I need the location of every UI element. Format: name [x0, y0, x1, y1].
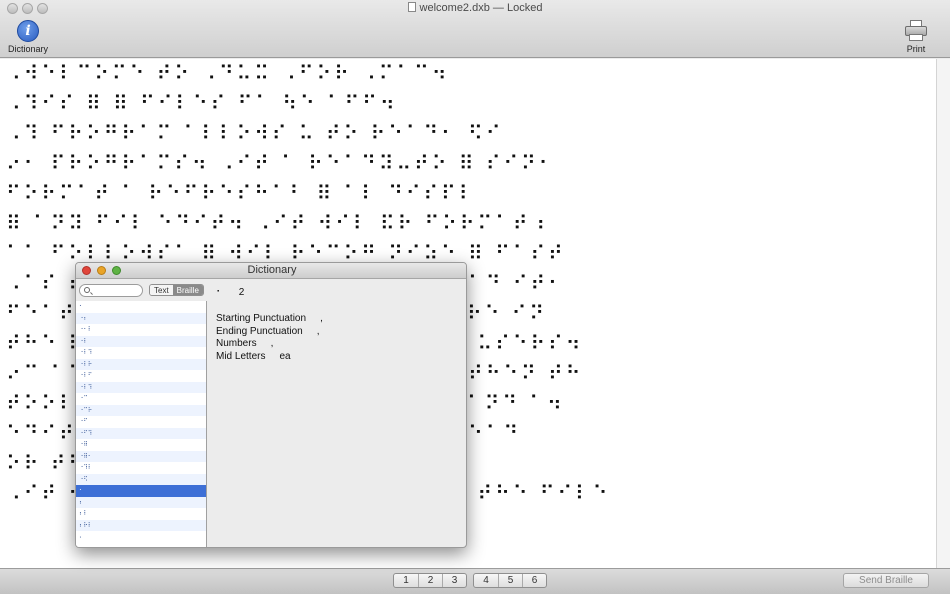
window-title: welcome2.dxb — Locked [0, 2, 950, 14]
dictionary-button[interactable]: i Dictionary [7, 20, 49, 54]
title-separator: — [492, 2, 504, 14]
rule-label: Numbers [216, 338, 257, 350]
dictionary-list-item[interactable]: ⠐⠋⠹ [76, 427, 206, 439]
dictionary-list-item[interactable]: ⠂ [76, 485, 206, 497]
dictionary-list-item[interactable]: ⠐⠆ [76, 312, 206, 324]
bottom-bar: 1 2 3 4 5 6 Send Braille [0, 568, 950, 594]
rule-value: ea [279, 351, 291, 363]
braille-line: ⠔⠂ ⠏⠗⠕⠛⠗⠁⠍⠎⠲ ⠠⠊⠞ ⠁ ⠗⠑⠁⠙⠽⠤⠞⠕ ⠿ ⠎⠊⠝⠂ [6, 151, 557, 175]
dictionary-list-item[interactable]: ⠐⠂⠇ [76, 324, 206, 336]
rule-row: Mid Letters ea [216, 351, 462, 364]
dictionary-list-item[interactable]: ⠄ [76, 531, 206, 543]
send-braille-button[interactable]: Send Braille [843, 573, 929, 588]
rule-row: Starting Punctuation, [216, 313, 462, 326]
rule-label: Ending Punctuation [216, 325, 303, 337]
dictionary-title-bar: Dictionary [76, 263, 466, 279]
dictionary-list-item[interactable]: ⠐⠉ [76, 393, 206, 405]
page-button-1[interactable]: 1 [394, 574, 418, 587]
dictionary-button-label: Dictionary [7, 44, 48, 54]
dictionary-list-item[interactable]: ⠐⠫ [76, 473, 206, 485]
dictionary-list-item[interactable]: ⠐⠇ [76, 335, 206, 347]
dictionary-list-item[interactable]: ⠆⠇ [76, 508, 206, 520]
dictionary-panel: Dictionary Text Braille ⠂ ⠐⠆ ⠐⠂⠇ ⠐⠇ ⠐⠇⠹ ⠐⠇⠗ ⠐⠇… [75, 262, 467, 548]
page-group-2: 4 5 6 [473, 573, 547, 588]
rule-value: , [270, 338, 274, 350]
braille-line: ⠿ ⠁⠝⠽ ⠋⠊⠇ ⠑⠙⠊⠞⠲ ⠠⠊⠞ ⠺⠊⠇ ⠯⠗ ⠋⠕⠗⠍⠁⠞⠰ [6, 211, 549, 235]
rule-row: Ending Punctuation, [216, 326, 462, 339]
dictionary-list-item[interactable]: ⠆⠗⠇ [76, 519, 206, 531]
rule-row: Numbers, [216, 338, 462, 351]
entry-heading: ⠂ 2 [216, 287, 462, 298]
file-name: welcome2.dxb [419, 2, 490, 14]
dictionary-list-item[interactable]: ⠐⠇⠋ [76, 370, 206, 382]
document-icon [407, 2, 416, 12]
rule-value: , [316, 325, 320, 337]
lock-status: Locked [506, 2, 543, 14]
page-button-2[interactable]: 2 [418, 574, 442, 587]
dictionary-list-item[interactable]: ⠐⠋ [76, 416, 206, 428]
dictionary-list-item[interactable]: ⠐⠉⠗ [76, 404, 206, 416]
dictionary-detail: ⠂ 2 Starting Punctuation, Ending Punctua… [216, 287, 462, 364]
page-button-5[interactable]: 5 [498, 574, 522, 587]
print-button[interactable]: Print [901, 20, 931, 54]
page-group-1: 1 2 3 [393, 573, 467, 588]
braille-line: ⠠⠺⠑⠇⠉⠕⠍⠑ ⠞⠕ ⠠⠙⠥⠭ ⠠⠋⠕⠗ ⠠⠍⠁⠉⠲ [6, 61, 450, 85]
dictionary-list-item[interactable]: ⠐⠇⠹ [76, 347, 206, 359]
dictionary-list-item[interactable]: ⠐⠇⠗ [76, 358, 206, 370]
page-button-6[interactable]: 6 [522, 574, 546, 587]
mode-toggle: Text Braille [149, 284, 204, 296]
dictionary-list[interactable]: ⠂ ⠐⠆ ⠐⠂⠇ ⠐⠇ ⠐⠇⠹ ⠐⠇⠗ ⠐⠇⠋ ⠐⠇⠹ ⠐⠉ ⠐⠉⠗ ⠐⠋ ⠐⠋⠹ ⠐⠿ ⠐⠿⠂ ⠐⠹⠇ ⠐⠫… [76, 301, 207, 547]
rule-value: , [320, 313, 323, 324]
rule-label: Starting Punctuation [216, 313, 307, 324]
braille-line: ⠋⠕⠗⠍⠁⠞ ⠁ ⠗⠑⠋⠗⠑⠎⠓⠁⠃ ⠿ ⠁⠇ ⠙⠊⠎⠏⠇ [6, 181, 477, 205]
braille-mode-button[interactable]: Braille [172, 285, 203, 295]
dictionary-list-item[interactable]: ⠐⠹⠇ [76, 462, 206, 474]
text-mode-button[interactable]: Text [150, 285, 173, 295]
search-icon [84, 287, 90, 293]
printer-icon [904, 20, 928, 42]
dictionary-search-input[interactable] [79, 284, 143, 297]
page-button-4[interactable]: 4 [474, 574, 498, 587]
dictionary-title: Dictionary [247, 264, 297, 276]
print-button-label: Print [906, 44, 926, 54]
info-icon: i [17, 20, 39, 42]
page-button-3[interactable]: 3 [442, 574, 466, 587]
dictionary-list-item[interactable]: ⠐⠿ [76, 439, 206, 451]
dictionary-list-item[interactable]: ⠐⠿⠂ [76, 450, 206, 462]
rule-label: Mid Letters [216, 351, 266, 363]
entry-symbol: ⠂ [216, 287, 224, 298]
dictionary-list-item[interactable]: ⠂ [76, 301, 206, 313]
dictionary-list-item[interactable]: ⠆ [76, 496, 206, 508]
vertical-scrollbar[interactable] [936, 59, 950, 568]
braille-line: ⠠⠹⠊⠎ ⠿ ⠿ ⠋⠊⠇⠑⠎ ⠋⠁ ⠳⠑ ⠁⠋⠋⠲ [6, 91, 398, 115]
braille-line: ⠠⠹ ⠋⠗⠕⠛⠗⠁⠍ ⠁⠇⠇⠕⠺⠎ ⠥ ⠞⠕ ⠗⠑⠁⠙⠂ ⠫⠊ [6, 121, 504, 145]
title-bar: welcome2.dxb — Locked i Dictionary Print [0, 0, 950, 58]
dictionary-list-item[interactable]: ⠐⠇⠹ [76, 381, 206, 393]
entry-text: 2 [238, 287, 245, 298]
